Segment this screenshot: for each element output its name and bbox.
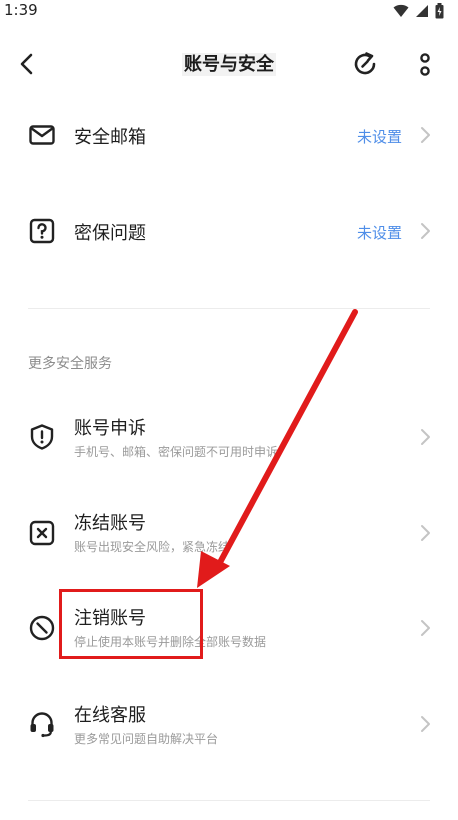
row-label: 密保问题 [74,223,146,244]
refresh-icon[interactable] [350,49,380,79]
status-bar: 1:39 [0,0,458,24]
online-support-row[interactable]: 在线客服 更多常见问题自助解决平台 [0,695,458,755]
signal-icon [416,5,428,17]
security-question-row[interactable]: 密保问题 未设置 [0,206,458,256]
account-appeal-row[interactable]: 账号申诉 手机号、邮箱、密保问题不可用时申诉 [0,408,458,468]
row-subtitle: 手机号、邮箱、密保问题不可用时申诉 [74,445,279,459]
row-value: 未设置 [356,224,402,242]
status-time: 1:39 [4,1,38,19]
question-box-icon [29,218,55,244]
account-security-screen: 1:39 账号与安全 安全邮箱 未设置 密保问题 未设置 更多安全服务 账号申诉… [0,0,458,820]
divider [28,308,430,309]
shield-exclamation-icon [30,424,54,450]
wifi-icon [393,4,409,17]
freeze-account-row[interactable]: 冻结账号 账号出现安全风险，紧急冻结 [0,503,458,563]
row-label: 账号申诉 [74,418,146,439]
chevron-right-icon [421,429,430,445]
row-label: 在线客服 [74,705,146,726]
section-title: 更多安全服务 [28,356,112,372]
x-box-icon [29,520,55,546]
row-label: 冻结账号 [74,513,146,534]
row-subtitle: 账号出现安全风险，紧急冻结 [74,540,231,554]
envelope-icon [29,125,55,145]
headset-icon [30,712,54,738]
no-entry-icon [29,615,55,641]
header: 账号与安全 [0,40,458,88]
chevron-right-icon [421,127,430,143]
row-subtitle: 更多常见问题自助解决平台 [74,732,219,746]
chevron-right-icon [421,716,430,732]
row-value: 未设置 [356,128,402,146]
status-icons [393,3,444,19]
cancel-account-row[interactable]: 注销账号 停止使用本账号并删除全部账号数据 [0,598,458,658]
more-options-icon[interactable] [414,49,436,79]
row-label: 注销账号 [74,608,146,629]
row-label: 安全邮箱 [74,127,146,148]
security-email-row[interactable]: 安全邮箱 未设置 [0,110,458,160]
page-title: 账号与安全 [0,50,458,76]
chevron-right-icon [421,525,430,541]
divider [28,800,430,801]
row-subtitle: 停止使用本账号并删除全部账号数据 [74,635,267,649]
chevron-right-icon [421,620,430,636]
page-title-text: 账号与安全 [182,53,276,76]
battery-icon [435,3,444,19]
chevron-right-icon [421,223,430,239]
